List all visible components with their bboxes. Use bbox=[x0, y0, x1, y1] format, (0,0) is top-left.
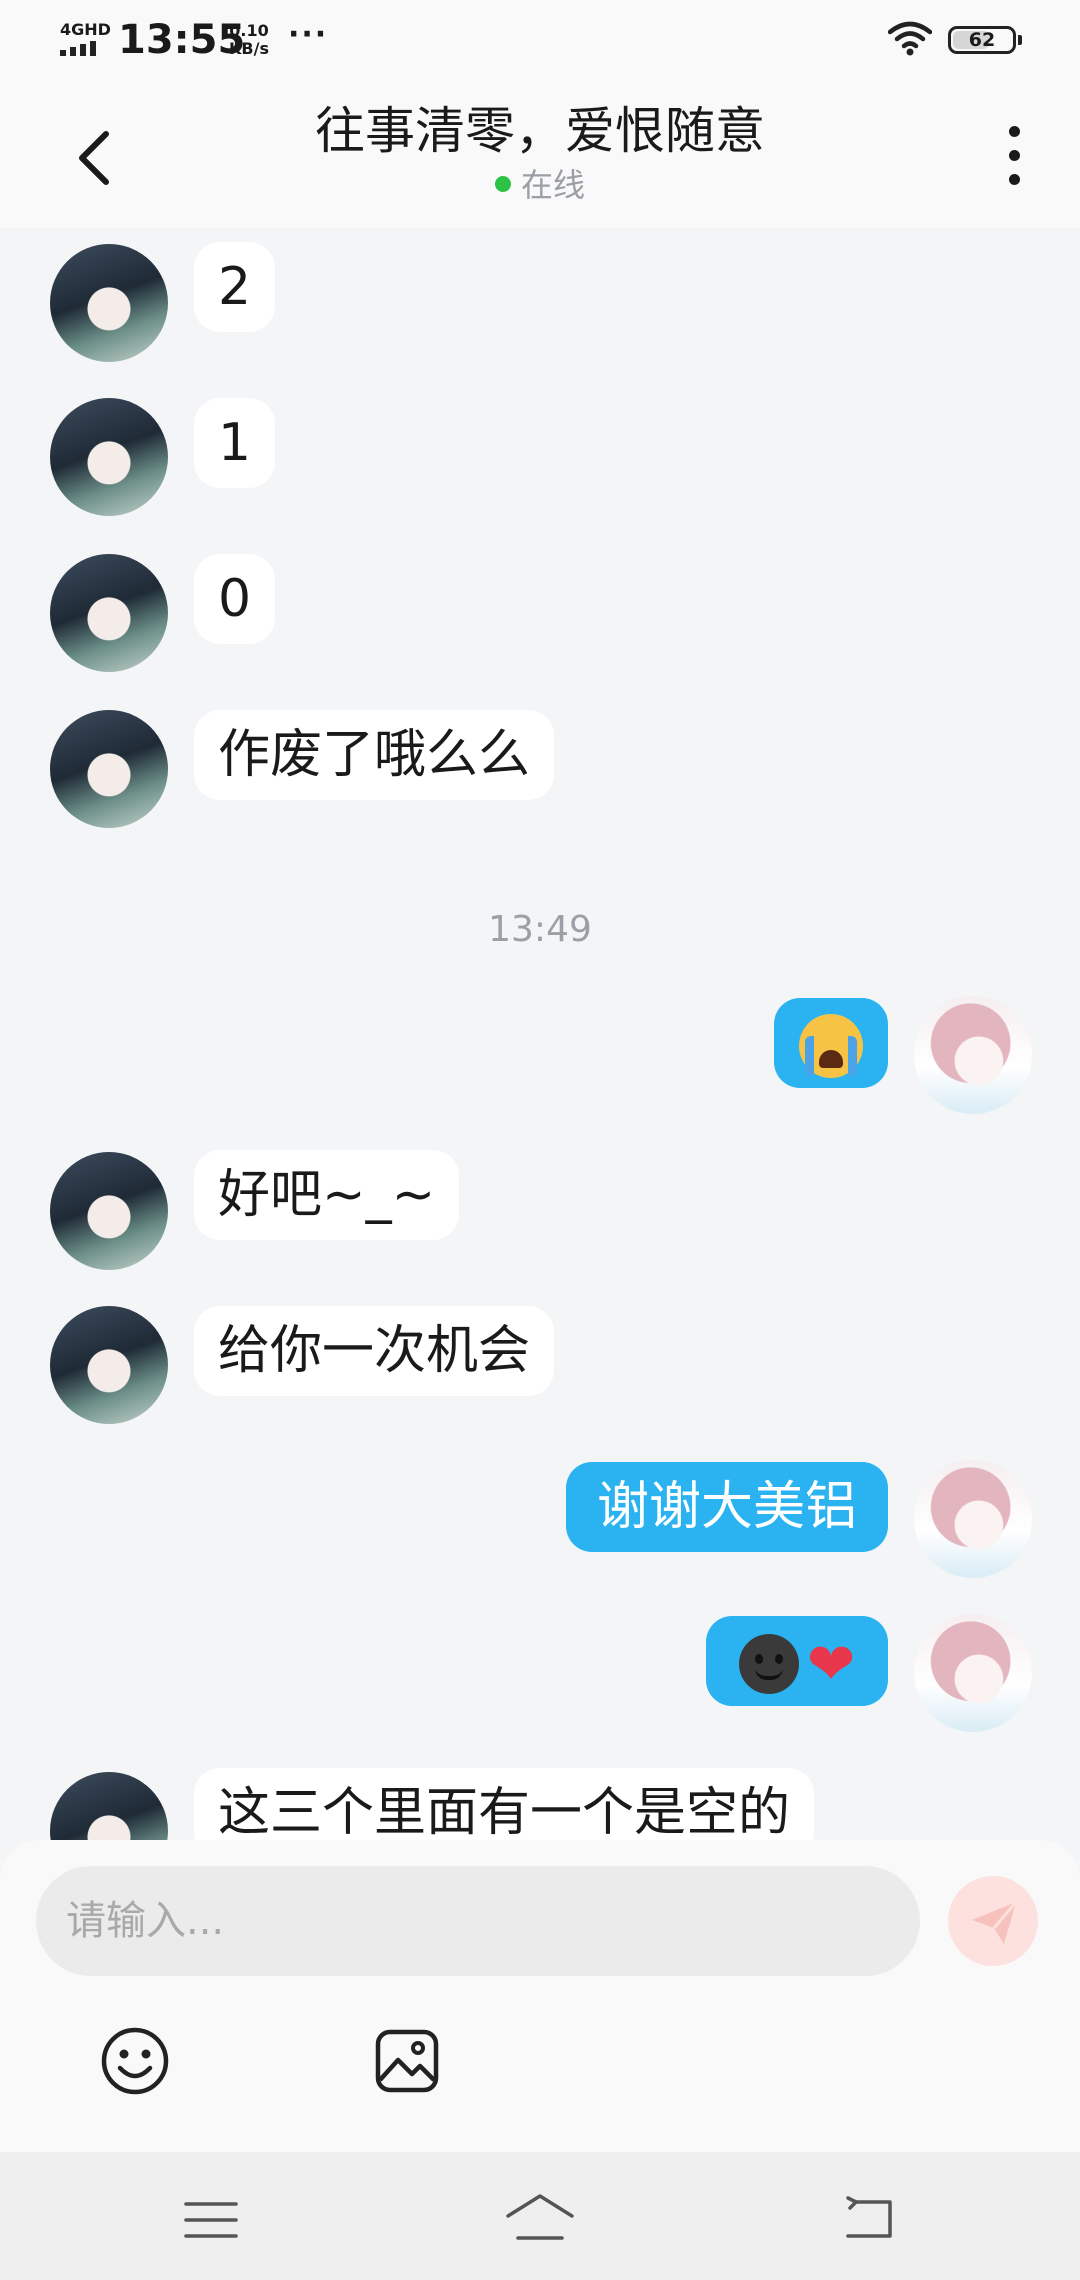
message-bubble-incoming[interactable]: 2 bbox=[194, 242, 276, 332]
online-dot-icon bbox=[494, 176, 511, 192]
system-navigation-bar bbox=[0, 2152, 1080, 2280]
clock: 13:55 bbox=[118, 17, 246, 63]
contact-avatar[interactable] bbox=[50, 1306, 168, 1424]
send-button[interactable] bbox=[948, 1876, 1038, 1966]
composer: 请输入... bbox=[0, 1840, 1080, 2152]
message-bubble-outgoing[interactable]: 谢谢大美铝 bbox=[566, 1462, 888, 1552]
contact-avatar[interactable] bbox=[50, 244, 168, 362]
menu-icon[interactable] bbox=[184, 2200, 238, 2240]
battery-level: 62 bbox=[968, 29, 996, 51]
my-avatar[interactable] bbox=[914, 1614, 1032, 1732]
image-icon[interactable] bbox=[372, 2026, 442, 2096]
more-options-icon[interactable] bbox=[1000, 126, 1028, 188]
contact-avatar[interactable] bbox=[50, 398, 168, 516]
message-bubble-incoming[interactable]: 0 bbox=[194, 554, 276, 644]
paper-plane-icon bbox=[972, 1901, 1018, 1944]
message-input[interactable]: 请输入... bbox=[36, 1866, 920, 1976]
network-speed-value: 0.10 bbox=[229, 21, 269, 40]
wifi-icon bbox=[888, 21, 932, 56]
heart-emoji: ❤ bbox=[806, 1630, 856, 1698]
contact-name: 往事清零，爱恨随意 bbox=[315, 102, 765, 160]
message-timestamp: 13:49 bbox=[488, 909, 592, 950]
signal-icon bbox=[60, 40, 104, 56]
message-bubble-incoming[interactable]: 好吧~_~ bbox=[194, 1150, 460, 1240]
network-speed: 0.10 KB/s bbox=[229, 22, 269, 58]
contact-avatar[interactable] bbox=[50, 1772, 168, 1840]
dark-smiley-emoji bbox=[738, 1634, 799, 1694]
loudly-crying-face-emoji bbox=[799, 1014, 863, 1078]
status-bar: 4GHD 13:55 0.10 KB/s ··· 62 bbox=[0, 0, 1080, 82]
online-status-label: 在线 bbox=[520, 166, 585, 204]
chat-header: 往事清零，爱恨随意 在线 bbox=[0, 82, 1080, 228]
message-bubble-outgoing[interactable] bbox=[774, 998, 888, 1088]
message-bubble-incoming[interactable]: 给你一次机会 bbox=[194, 1306, 555, 1396]
more-notifications-icon: ··· bbox=[288, 17, 329, 52]
message-bubble-incoming[interactable]: 这三个里面有一个是空的 bbox=[194, 1768, 815, 1840]
smiley-icon[interactable] bbox=[100, 2026, 170, 2096]
battery-icon: 62 bbox=[948, 26, 1016, 54]
network-type: 4GHD bbox=[60, 20, 111, 39]
my-avatar[interactable] bbox=[914, 1460, 1032, 1578]
message-list[interactable]: 2 1 0 作废了哦么么 13:49 好吧~_~ 给你一次机会 谢谢大美铝 ❤ … bbox=[0, 228, 1080, 1840]
my-avatar[interactable] bbox=[914, 996, 1032, 1114]
message-bubble-incoming[interactable]: 作废了哦么么 bbox=[194, 710, 555, 800]
contact-avatar[interactable] bbox=[50, 554, 168, 672]
battery-tip bbox=[1018, 35, 1022, 45]
home-icon[interactable] bbox=[504, 2192, 576, 2242]
contact-avatar[interactable] bbox=[50, 1152, 168, 1270]
network-speed-unit: KB/s bbox=[229, 39, 269, 58]
back-icon[interactable] bbox=[842, 2196, 894, 2240]
message-bubble-incoming[interactable]: 1 bbox=[194, 398, 276, 488]
message-bubble-outgoing[interactable]: ❤ bbox=[706, 1616, 888, 1706]
online-status: 在线 bbox=[0, 166, 1080, 204]
contact-avatar[interactable] bbox=[50, 710, 168, 828]
